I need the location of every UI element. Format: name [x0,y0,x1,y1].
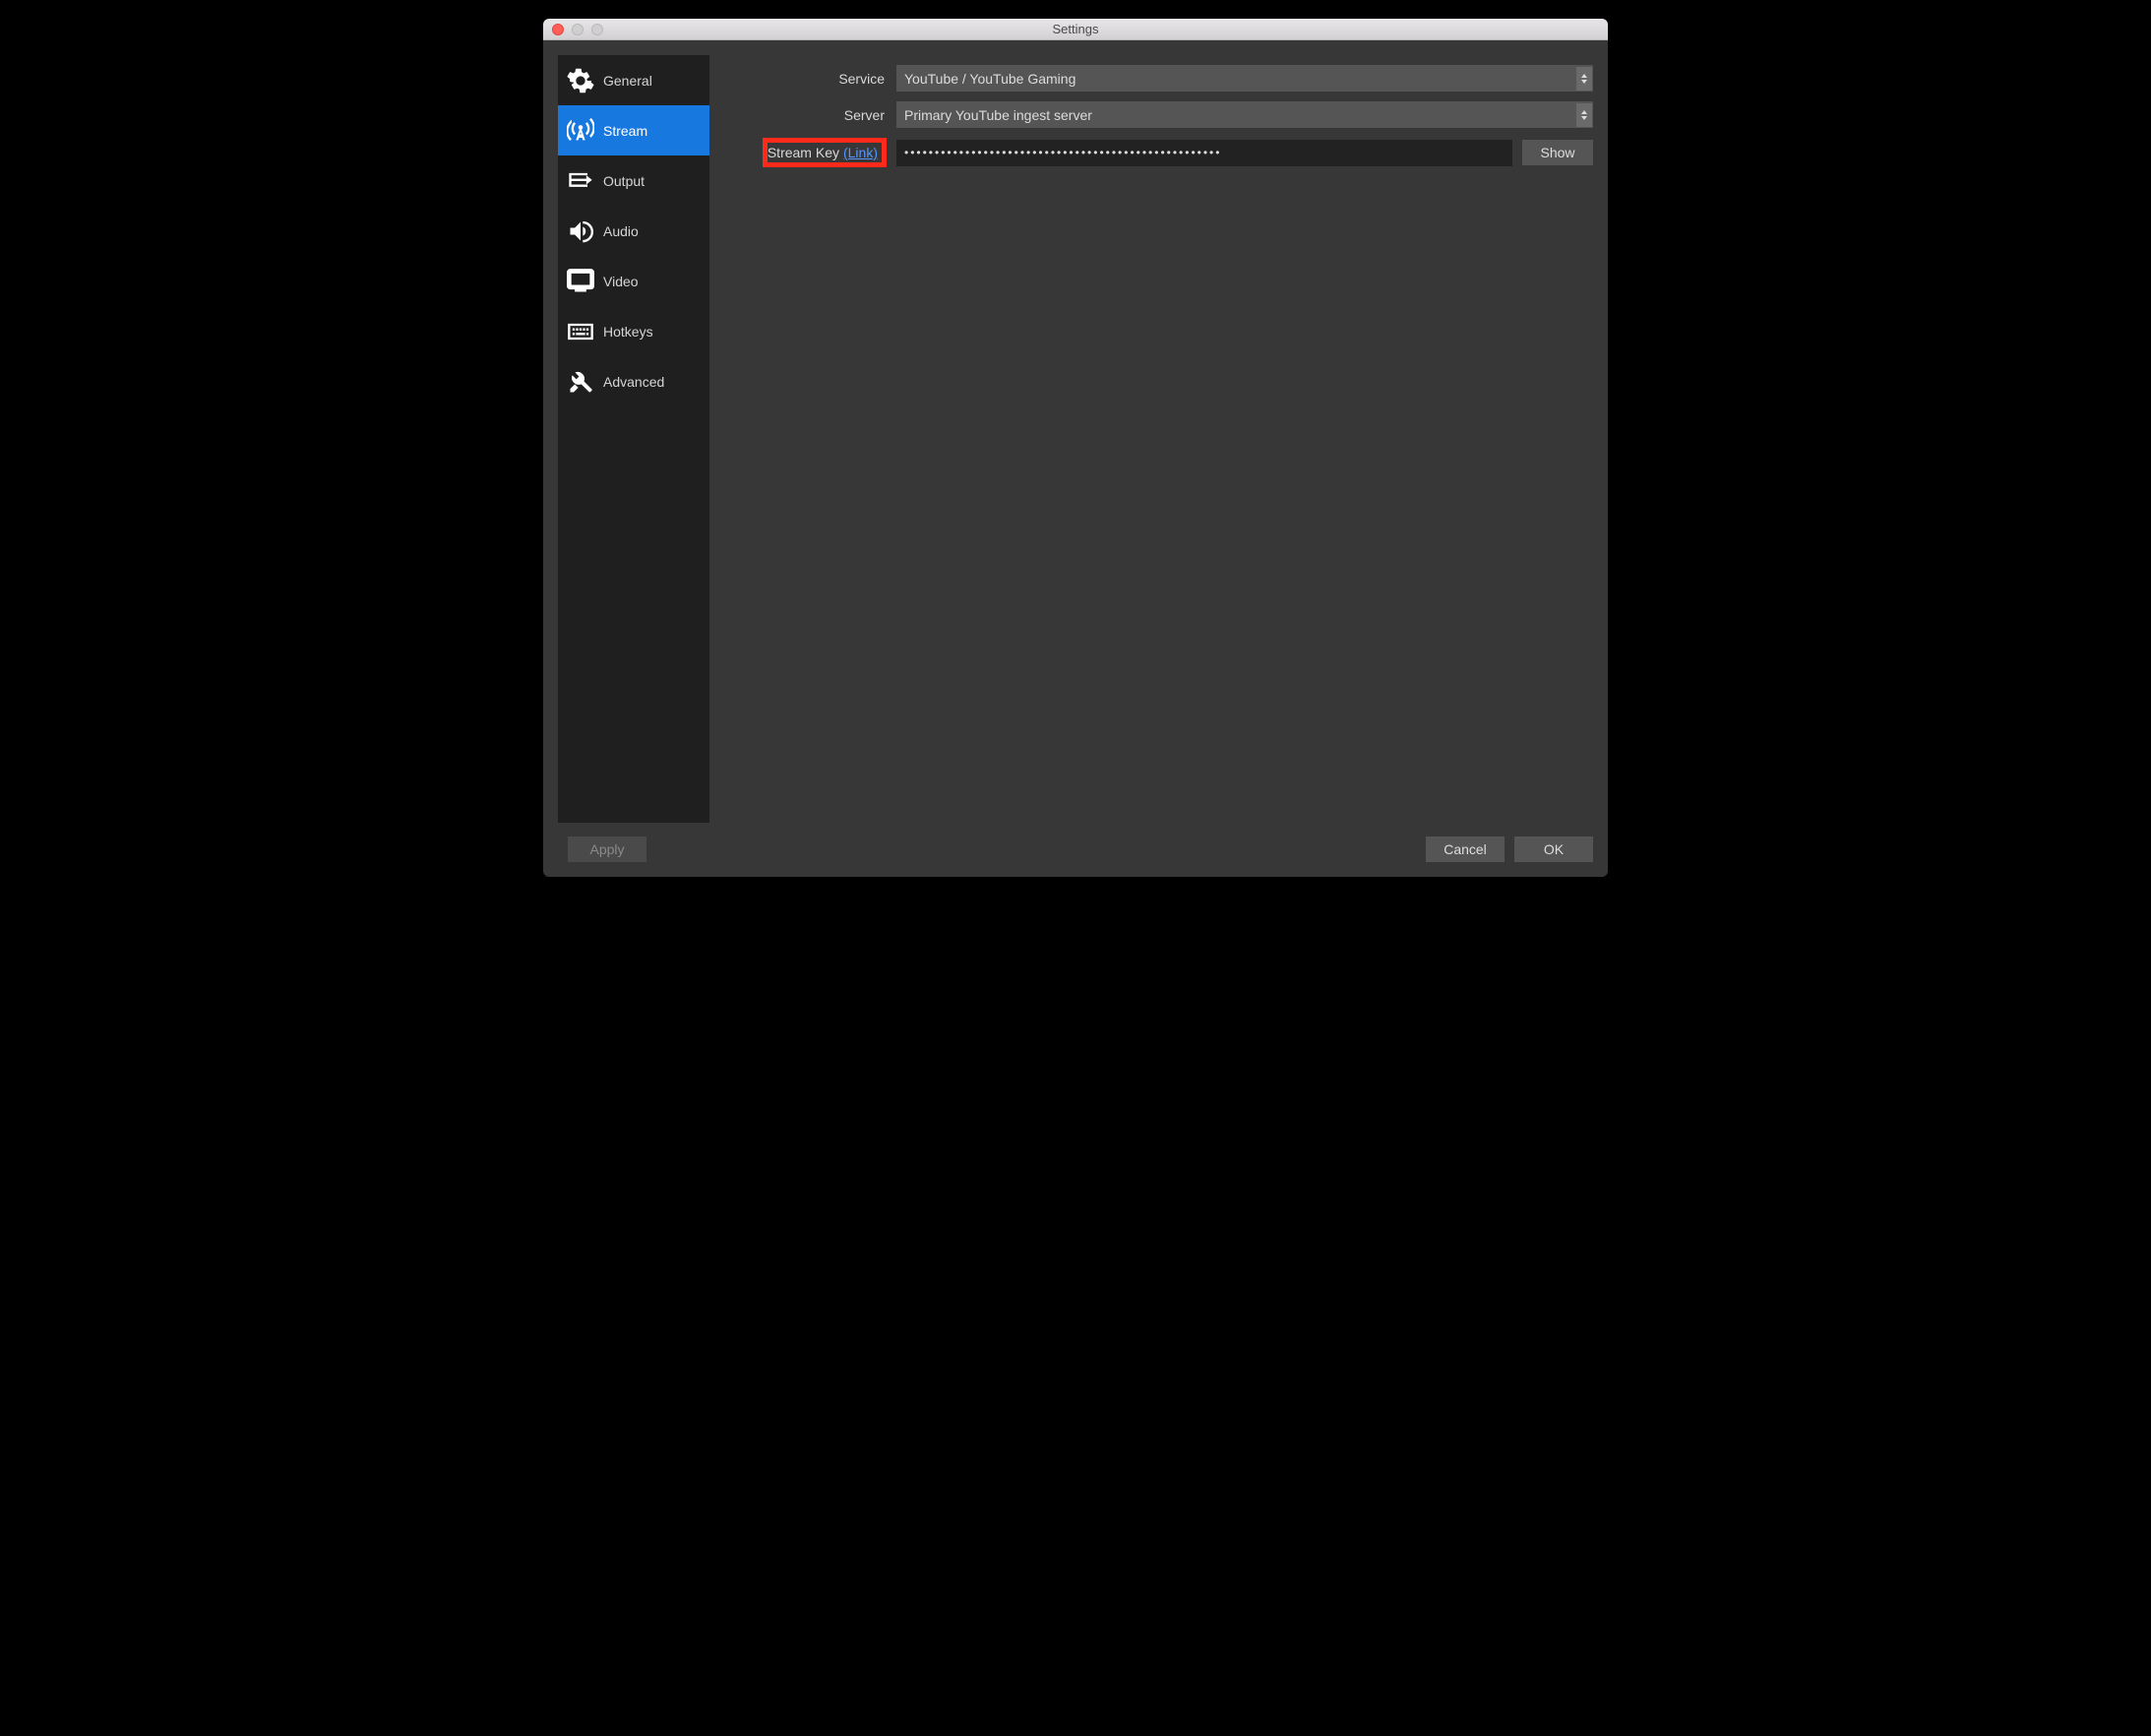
dialog-footer: Apply Cancel OK [558,823,1593,862]
sidebar-item-hotkeys[interactable]: Hotkeys [558,306,709,356]
stream-key-link[interactable]: (Link) [843,145,878,160]
settings-window: Settings General Stream [543,19,1608,877]
stream-key-label: Stream Key [768,145,839,160]
stream-key-value: ••••••••••••••••••••••••••••••••••••••••… [904,146,1221,159]
minimize-window-button[interactable] [572,24,584,35]
service-row: Service YouTube / YouTube Gaming [719,65,1593,92]
cancel-button[interactable]: Cancel [1426,837,1505,862]
output-icon [566,166,595,196]
sidebar-item-label: Video [603,274,639,289]
close-window-button[interactable] [552,24,564,35]
window-title: Settings [543,22,1608,36]
tools-icon [566,367,595,397]
ok-button[interactable]: OK [1514,837,1593,862]
sidebar-item-output[interactable]: Output [558,155,709,206]
service-dropdown[interactable]: YouTube / YouTube Gaming [896,65,1593,92]
server-value: Primary YouTube ingest server [904,107,1092,123]
titlebar: Settings [543,19,1608,40]
service-label: Service [719,71,896,87]
server-dropdown[interactable]: Primary YouTube ingest server [896,101,1593,128]
sidebar-item-label: General [603,73,652,89]
monitor-icon [566,267,595,296]
dropdown-stepper-icon [1576,103,1592,127]
apply-button[interactable]: Apply [568,837,646,862]
sidebar-item-general[interactable]: General [558,55,709,105]
show-button[interactable]: Show [1522,140,1593,165]
sidebar-item-audio[interactable]: Audio [558,206,709,256]
sidebar-item-label: Output [603,173,645,189]
stream-key-row: Stream Key (Link) ••••••••••••••••••••••… [719,138,1593,167]
settings-content: Service YouTube / YouTube Gaming Server … [719,55,1593,823]
server-row: Server Primary YouTube ingest server [719,101,1593,128]
maximize-window-button[interactable] [591,24,603,35]
service-value: YouTube / YouTube Gaming [904,71,1076,87]
window-controls [552,24,603,35]
stream-key-input[interactable]: ••••••••••••••••••••••••••••••••••••••••… [896,140,1512,166]
antenna-icon [566,116,595,146]
gear-icon [566,66,595,95]
settings-sidebar: General Stream Output [558,55,709,823]
sidebar-item-label: Audio [603,223,639,239]
sidebar-item-label: Stream [603,123,647,139]
sidebar-item-advanced[interactable]: Advanced [558,356,709,406]
server-label: Server [719,107,896,123]
keyboard-icon [566,317,595,346]
sidebar-item-stream[interactable]: Stream [558,105,709,155]
sidebar-item-video[interactable]: Video [558,256,709,306]
sidebar-item-label: Advanced [603,374,664,390]
stream-key-highlight: Stream Key (Link) [763,138,887,167]
sidebar-item-label: Hotkeys [603,324,653,340]
speaker-icon [566,217,595,246]
dropdown-stepper-icon [1576,67,1592,91]
